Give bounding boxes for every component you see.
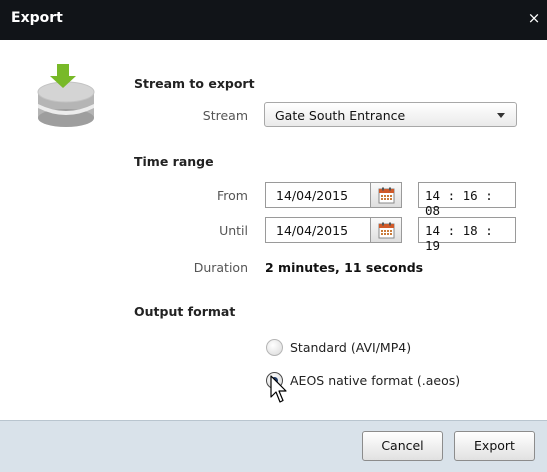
duration-value: 2 minutes, 11 seconds xyxy=(265,260,424,275)
from-label: From xyxy=(217,188,248,203)
until-time-value: 14 : 18 : 19 xyxy=(425,223,493,253)
until-time-input[interactable]: 14 : 18 : 19 xyxy=(418,217,516,253)
from-time-input[interactable]: 14 : 16 : 08 xyxy=(418,182,516,218)
cancel-button[interactable]: Cancel xyxy=(362,431,443,461)
stream-select[interactable]: Gate South Entrance xyxy=(264,102,517,127)
radio-standard-label[interactable]: Standard (AVI/MP4) xyxy=(290,340,411,355)
close-icon[interactable]: × xyxy=(525,9,543,27)
dialog-title: Export xyxy=(11,10,63,26)
stream-section-title: Stream to export xyxy=(134,76,255,91)
radio-aeos-native-label[interactable]: AEOS native format (.aeos) xyxy=(290,373,460,388)
stream-select-value: Gate South Entrance xyxy=(275,108,406,123)
until-date-value: 14/04/2015 xyxy=(276,223,349,238)
stream-label: Stream xyxy=(202,108,248,123)
until-date-input[interactable]: 14/04/2015 xyxy=(265,217,371,243)
chevron-down-icon xyxy=(497,113,505,118)
from-date-input[interactable]: 14/04/2015 xyxy=(265,182,371,208)
output-section-title: Output format xyxy=(134,304,236,319)
time-section-title: Time range xyxy=(134,154,214,169)
from-calendar-button[interactable] xyxy=(371,182,402,208)
until-calendar-button[interactable] xyxy=(371,217,402,243)
from-time-value: 14 : 16 : 08 xyxy=(425,188,493,218)
export-button[interactable]: Export xyxy=(454,431,535,461)
duration-label: Duration xyxy=(193,260,248,275)
pointer-cursor-icon xyxy=(270,375,287,403)
dialog-titlebar: Export × xyxy=(0,0,547,40)
calendar-icon xyxy=(378,222,395,239)
dialog-footer: Cancel Export xyxy=(0,420,547,472)
export-dialog: Export × Stream to export Stream Gate So… xyxy=(0,0,547,472)
database-export-icon xyxy=(37,64,95,127)
until-label: Until xyxy=(219,223,248,238)
from-date-value: 14/04/2015 xyxy=(276,188,349,203)
radio-standard[interactable] xyxy=(266,339,283,356)
calendar-icon xyxy=(378,187,395,204)
